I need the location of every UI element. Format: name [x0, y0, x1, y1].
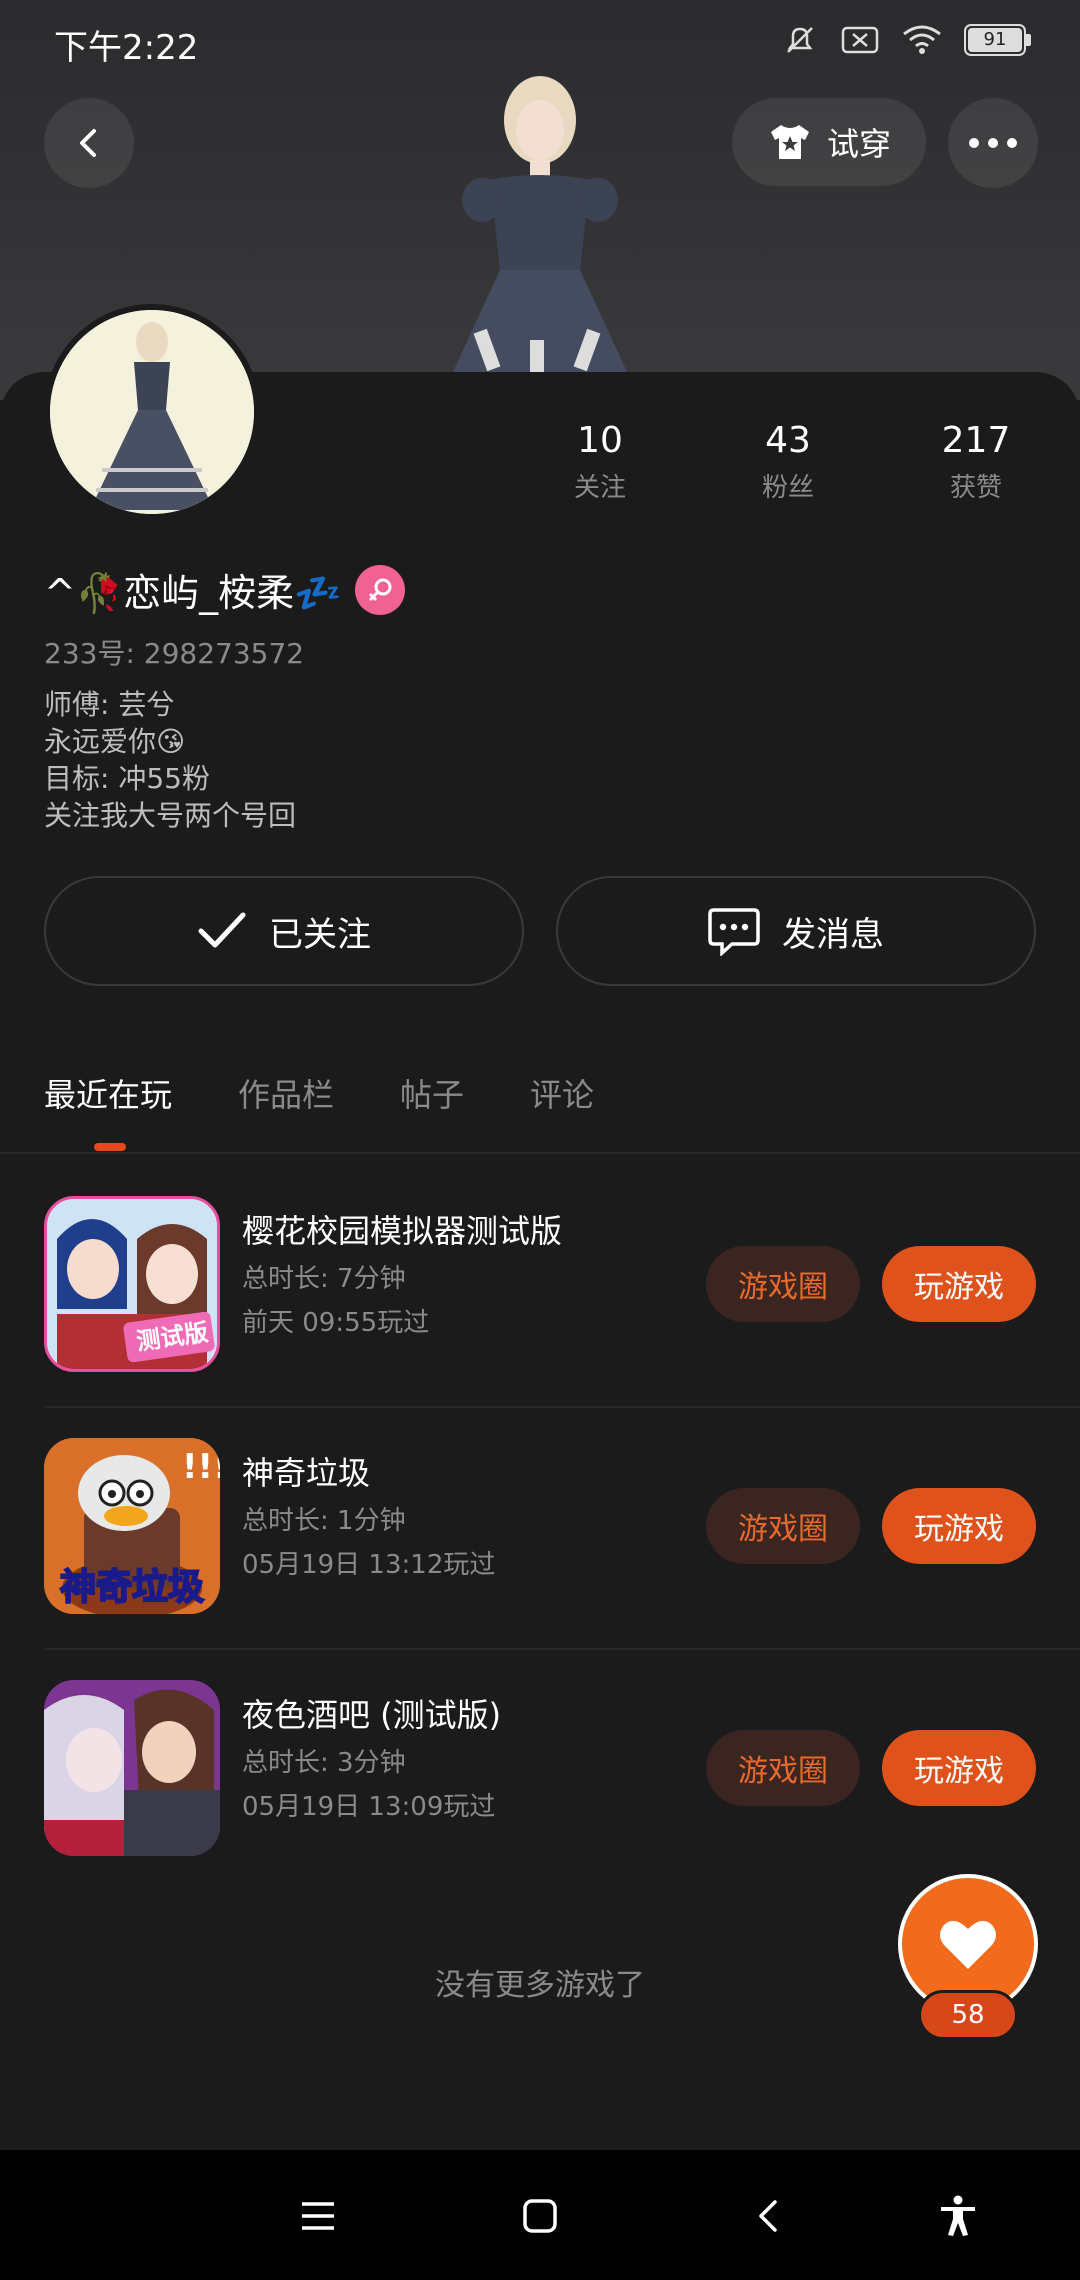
stat-likes[interactable]: 217 获赞 [896, 420, 1056, 504]
tshirt-icon [770, 125, 809, 159]
game-row[interactable]: 夜色酒吧 (测试版) 总时长: 3分钟 05月19日 13:09玩过 游戏圈 玩… [0, 1650, 1080, 1892]
game-duration: 总时长: 7分钟 [242, 1264, 406, 1294]
sim-off-icon [841, 26, 879, 54]
status-bar: 下午2:22 91 [0, 0, 1080, 90]
home-icon[interactable] [512, 2188, 568, 2244]
followed-label: 已关注 [269, 914, 371, 955]
profile-tabs: 最近在玩 作品栏 帖子 评论 [44, 1070, 594, 1116]
game-duration: 总时长: 3分钟 [242, 1748, 406, 1778]
female-gender-icon [355, 564, 406, 615]
play-game-button[interactable]: 玩游戏 [882, 1488, 1036, 1564]
game-name: 夜色酒吧 (测试版) [242, 1696, 502, 1734]
heart-icon [940, 1920, 996, 1969]
play-game-button[interactable]: 玩游戏 [882, 1730, 1036, 1806]
game-duration: 总时长: 1分钟 [242, 1506, 406, 1536]
nickname: ^🥀恋屿_桉柔💤 [44, 571, 342, 615]
tab-posts[interactable]: 帖子 [400, 1070, 464, 1116]
game-name: 神奇垃圾 [242, 1454, 371, 1492]
chevron-left-icon [80, 129, 96, 157]
game-icon[interactable]: !!! 神奇垃圾 [44, 1438, 220, 1614]
play-game-button[interactable]: 玩游戏 [882, 1246, 1036, 1322]
game-last-played: 05月19日 13:09玩过 [242, 1792, 496, 1822]
user-id: 233号: 298273572 [44, 637, 305, 670]
bio-line: 关注我大号两个号回 [44, 799, 297, 832]
game-last-played: 前天 09:55玩过 [242, 1308, 430, 1338]
status-time: 下午2:22 [54, 28, 199, 68]
stat-fans-label: 粉丝 [761, 473, 814, 503]
tab-divider [0, 1152, 1080, 1154]
send-message-button[interactable]: 发消息 [556, 876, 1036, 986]
checkmark-icon [198, 912, 246, 948]
game-icon[interactable] [44, 1680, 220, 1856]
try-on-button[interactable]: 试穿 [732, 98, 926, 186]
bio-line: 师傅: 芸兮 [44, 688, 175, 721]
game-circle-button[interactable]: 游戏圈 [706, 1730, 860, 1806]
stat-following[interactable]: 10 关注 [520, 420, 680, 504]
game-icon-label: 神奇垃圾 [59, 1566, 205, 1609]
try-on-label: 试穿 [826, 125, 891, 163]
game-icon[interactable]: 测试版 [44, 1196, 220, 1372]
tab-comments[interactable]: 评论 [530, 1070, 594, 1116]
stat-following-label: 关注 [573, 473, 626, 503]
send-message-label: 发消息 [782, 914, 884, 955]
game-row[interactable]: !!! 神奇垃圾 神奇垃圾 总时长: 1分钟 05月19日 13:12玩过 游戏… [0, 1408, 1080, 1650]
menu-icon[interactable] [290, 2188, 346, 2244]
bio: 师傅: 芸兮 永远爱你😘 目标: 冲55粉 关注我大号两个号回 [44, 686, 296, 834]
avatar[interactable] [44, 304, 260, 520]
followed-button[interactable]: 已关注 [44, 876, 524, 986]
nickname-row: ^🥀恋屿_桉柔💤 [44, 562, 406, 617]
svg-text:!!!: !!! [182, 1447, 220, 1487]
game-circle-button[interactable]: 游戏圈 [706, 1488, 860, 1564]
game-name: 樱花校园模拟器测试版 [242, 1212, 563, 1250]
stat-likes-label: 获赞 [949, 473, 1002, 503]
more-dots-icon [969, 138, 1017, 148]
game-circle-button[interactable]: 游戏圈 [706, 1246, 860, 1322]
more-options-button[interactable] [948, 98, 1038, 188]
tab-works[interactable]: 作品栏 [238, 1070, 334, 1116]
like-count: 58 [918, 1990, 1018, 2040]
game-row[interactable]: 测试版 樱花校园模拟器测试版 总时长: 7分钟 前天 09:55玩过 游戏圈 玩… [0, 1166, 1080, 1408]
avatar-image [50, 310, 254, 514]
back-button[interactable] [44, 98, 134, 188]
system-nav-bar [0, 2150, 1080, 2280]
battery-level: 91 [968, 28, 1022, 52]
stat-fans-value: 43 [765, 420, 811, 461]
avatar-character-figure [440, 76, 640, 400]
stat-likes-value: 217 [941, 420, 1011, 461]
message-bubble-icon [708, 908, 760, 956]
bio-line: 目标: 冲55粉 [44, 762, 210, 795]
back-nav-icon[interactable] [740, 2188, 796, 2244]
bio-line: 永远爱你😘 [44, 725, 186, 758]
stat-fans[interactable]: 43 粉丝 [708, 420, 868, 504]
battery-icon: 91 [964, 24, 1032, 56]
tab-recent-played[interactable]: 最近在玩 [44, 1070, 172, 1116]
status-icons: 91 [782, 22, 1032, 58]
wifi-icon [903, 25, 941, 54]
accessibility-icon[interactable] [930, 2188, 986, 2244]
bell-muted-icon [787, 27, 813, 53]
active-tab-indicator [94, 1143, 126, 1151]
stat-following-value: 10 [577, 420, 623, 461]
game-last-played: 05月19日 13:12玩过 [242, 1550, 496, 1580]
